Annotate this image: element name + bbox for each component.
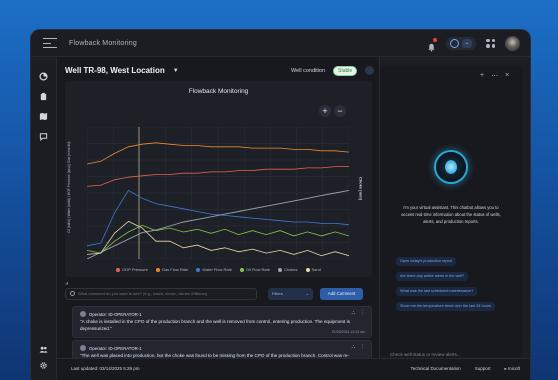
assistant-avatar: [436, 152, 466, 182]
legend-label: Water Flow Rate: [202, 267, 232, 272]
comments-toolbar: Filters ⌄ Add Comment: [65, 287, 372, 300]
footer: Last updated: 03/14/2025 5:29 pm Technic…: [57, 358, 530, 380]
comment-date: 01/03/2024 10:15 am: [331, 330, 365, 334]
suggestion-chip[interactable]: Are there any active alerts in the well?: [396, 272, 469, 281]
assistant-input[interactable]: Check well status or review alerts...: [390, 352, 514, 357]
chart-panel: Flowback Monitoring + − Oil [bbl/d] | Wa…: [65, 81, 372, 277]
search-icon: [70, 291, 75, 296]
settings-gear-icon[interactable]: [39, 357, 48, 369]
comment-search-input[interactable]: [78, 291, 248, 296]
status-badge: Stable: [333, 66, 358, 76]
legend-label: Sand: [311, 267, 321, 272]
legend-label: Gas Flow Rate: [161, 267, 189, 272]
clipboard-icon[interactable]: [39, 88, 48, 101]
legend-swatch: [116, 267, 121, 272]
chat-icon[interactable]: [39, 128, 48, 142]
legend-item[interactable]: Oil Flow Rate: [239, 267, 270, 272]
comment-author: Operator: ID-OPERATOR-1: [80, 311, 142, 317]
notification-bell-icon[interactable]: [427, 37, 437, 52]
suggestion-chip[interactable]: Open today's production report: [396, 257, 457, 266]
top-bar: Flowback Monitoring ⌄: [31, 30, 530, 57]
legend-label: Oil Flow Rate: [245, 267, 270, 272]
left-rail: [31, 57, 57, 380]
chevron-down-icon: ⌄: [462, 38, 472, 48]
operator-avatar: [80, 311, 86, 317]
legend-label: ODP Pressure: [122, 267, 148, 272]
brand-link[interactable]: ▸ Inicoft: [504, 366, 520, 372]
suggestion-chip[interactable]: Show me the temperature trend over the l…: [396, 302, 495, 311]
user-avatar[interactable]: [505, 35, 520, 51]
technical-docs-link[interactable]: Technical Documentation: [410, 366, 460, 372]
comment-actions: ⛬ ⋮: [351, 344, 365, 350]
dashboard-icon[interactable]: [39, 68, 48, 81]
comment-text: "A choke is installed in the CPO of the …: [80, 319, 350, 331]
y-axis-right-label: Choke [mm]: [358, 176, 364, 201]
legend-swatch: [196, 267, 201, 272]
legend-item[interactable]: Water Flow Rate: [196, 267, 232, 272]
legend-item[interactable]: Chokes: [277, 267, 298, 272]
menu-icon[interactable]: [43, 38, 57, 48]
map-icon[interactable]: [39, 108, 48, 121]
app-title: Flowback Monitoring: [69, 39, 137, 47]
zoom-out-button[interactable]: −: [334, 105, 346, 117]
users-icon[interactable]: [39, 341, 48, 353]
well-selector[interactable]: Well TR-98, West Location ▼: [65, 66, 179, 75]
comment-actions: ⛬ ⋮: [351, 310, 365, 316]
legend-swatch: [155, 267, 160, 272]
comment-card: Operator: ID-OPERATOR-1 ⛬ ⋮ "A choke is …: [72, 306, 372, 338]
top-bar-actions: ⌄: [427, 35, 520, 52]
assistant-intro: I'm your virtual assistant. This chatbot…: [401, 205, 501, 224]
pin-icon[interactable]: ⛬: [351, 310, 355, 316]
y-axis-left-label: Oil [bbl/d] | Water [bbl/d] | BOP Pressu…: [67, 141, 71, 233]
legend-item[interactable]: Sand: [305, 267, 321, 272]
legend-label: Chokes: [283, 267, 298, 272]
well-condition-label: Well condition: [291, 68, 326, 74]
chart-legend: ODP Pressure Gas Flow Rate Water Flow Rate…: [65, 267, 372, 272]
flowback-line-chart[interactable]: [87, 127, 349, 259]
well-title: Well TR-98, West Location: [65, 66, 165, 75]
options-icon[interactable]: [365, 66, 374, 75]
comment-author: Operator: ID-OPERATOR-1: [80, 345, 142, 351]
apps-grid-icon[interactable]: [486, 38, 495, 48]
operator-avatar: [80, 345, 86, 351]
chevron-down-icon: ⌄: [305, 291, 309, 296]
main-content: Well TR-98, West Location ▼ Well conditi…: [57, 57, 375, 380]
filters-label: Filters: [272, 291, 283, 296]
chevron-down-icon: ▼: [172, 67, 179, 74]
zoom-in-button[interactable]: +: [319, 105, 331, 117]
assistant-toolbar: + ⋯ ×: [480, 72, 509, 80]
new-chat-icon[interactable]: +: [480, 72, 484, 80]
legend-swatch: [277, 267, 282, 272]
footer-links: Technical Documentation Support ▸ Inicof…: [410, 366, 520, 372]
filters-dropdown[interactable]: Filters ⌄: [268, 287, 313, 300]
account-switcher[interactable]: ⌄: [446, 36, 476, 50]
chart-title: Flowback Monitoring: [188, 88, 249, 95]
legend-item[interactable]: ODP Pressure: [116, 267, 148, 272]
app-window: Flowback Monitoring ⌄ Well TR-98, West L…: [31, 30, 530, 380]
assistant-panel: + ⋯ × I'm your virtual assistant. This c…: [379, 57, 530, 380]
close-icon[interactable]: ×: [505, 72, 509, 80]
more-options-icon[interactable]: ⋯: [491, 72, 498, 80]
account-icon: [450, 38, 459, 48]
assistant-chat: + ⋯ × I'm your virtual assistant. This c…: [380, 67, 522, 357]
support-link[interactable]: Support: [475, 366, 491, 372]
pin-icon[interactable]: ⛬: [351, 344, 355, 350]
last-updated: Last updated: 03/14/2025 5:29 pm: [71, 366, 140, 371]
legend-item[interactable]: Gas Flow Rate: [155, 267, 189, 272]
legend-swatch: [239, 267, 244, 272]
resize-handle[interactable]: ◢: [65, 280, 372, 285]
legend-swatch: [305, 267, 310, 272]
notification-dot: [433, 37, 437, 42]
more-options-icon[interactable]: ⋮: [360, 344, 365, 350]
more-options-icon[interactable]: ⋮: [360, 310, 365, 316]
add-comment-button[interactable]: Add Comment: [320, 287, 363, 300]
suggestion-chip[interactable]: What was the last scheduled maintenance?: [396, 287, 478, 296]
comment-search[interactable]: [65, 287, 257, 300]
